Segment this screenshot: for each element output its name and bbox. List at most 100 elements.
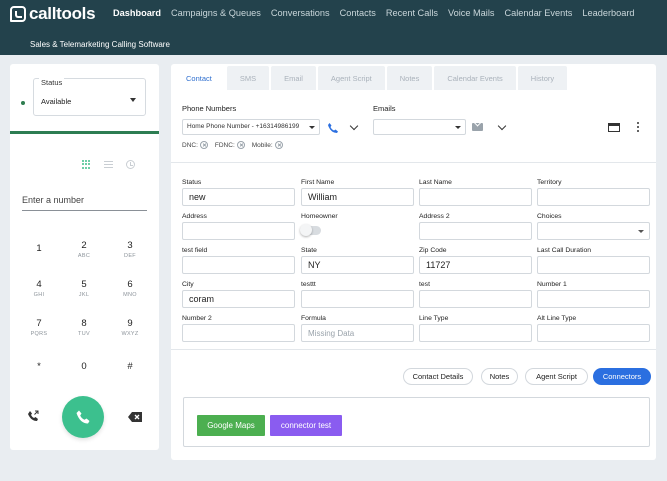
number-2-field[interactable] (182, 324, 295, 342)
mail-icon[interactable] (472, 123, 483, 131)
phone-call-icon[interactable] (327, 122, 339, 134)
keypad-key-3[interactable]: 3 DEF (110, 240, 150, 259)
field-label-city: City (182, 281, 194, 288)
field-label-choices: Choices (537, 213, 562, 220)
field-label-line-type: Line Type (419, 315, 449, 322)
address-field[interactable] (182, 222, 295, 240)
contact-panel: Contact SMS Email Agent Script Notes Cal… (171, 64, 656, 460)
homeowner-toggle[interactable] (300, 224, 321, 236)
mobile-label: Mobile: (251, 141, 273, 149)
logo-text: calltools (29, 4, 96, 23)
tab-agent-script[interactable]: Agent Script (317, 66, 385, 90)
keypad-key-2[interactable]: 2 ABC (64, 240, 104, 259)
tab-notes[interactable]: Notes (386, 66, 433, 90)
nav-contacts[interactable]: Contacts (340, 8, 376, 18)
zip-code-field[interactable]: 11727 (419, 256, 532, 274)
choices-select[interactable] (537, 222, 650, 240)
nav-conversations[interactable]: Conversations (271, 8, 330, 18)
field-label-territory: Territory (537, 179, 562, 186)
nav-campaigns-queues[interactable]: Campaigns & Queues (171, 8, 261, 18)
history-clock-icon[interactable] (126, 160, 135, 169)
nav-calendar-events[interactable]: Calendar Events (504, 8, 572, 18)
test-field-input[interactable] (182, 256, 295, 274)
email-chevron-down-icon[interactable] (497, 121, 507, 131)
popout-window-icon[interactable] (608, 123, 620, 132)
agent-script-button[interactable]: Agent Script (525, 368, 588, 385)
tagline: Sales & Telemarketing Calling Software (30, 40, 170, 49)
dial-number-input[interactable] (22, 191, 147, 211)
keypad-key-5[interactable]: 5 JKL (64, 279, 104, 298)
field-label-status: Status (182, 179, 202, 186)
keypad-key-4[interactable]: 4 GHI (19, 279, 59, 298)
formula-field[interactable]: Missing Data (301, 324, 414, 342)
contact-tabs: Contact SMS Email Agent Script Notes Cal… (173, 66, 569, 90)
divider (171, 349, 656, 350)
state-field[interactable]: NY (301, 256, 414, 274)
status-indicator-dot (21, 101, 25, 105)
address-2-field[interactable] (419, 222, 532, 240)
phone-chevron-down-icon[interactable] (349, 121, 359, 131)
status-label: Status (39, 78, 65, 87)
keypad-icon[interactable] (82, 160, 91, 169)
transfer-call-icon[interactable] (27, 410, 39, 422)
keypad-key-6[interactable]: 6 MNO (110, 279, 150, 298)
more-options-icon[interactable] (637, 122, 640, 133)
number-1-field[interactable] (537, 290, 650, 308)
line-type-field[interactable] (419, 324, 532, 342)
nav-recent-calls[interactable]: Recent Calls (386, 8, 438, 18)
keypad-key-1[interactable]: 1 (19, 243, 59, 256)
city-field[interactable]: coram (182, 290, 295, 308)
tab-history[interactable]: History (517, 66, 568, 90)
google-maps-button[interactable]: Google Maps (197, 415, 265, 436)
connectors-button[interactable]: Connectors (593, 368, 651, 385)
field-label-testtt: testtt (301, 281, 316, 288)
status-field[interactable]: new (182, 188, 295, 206)
tab-contact[interactable]: Contact (173, 66, 225, 90)
logo[interactable]: calltools (10, 4, 96, 24)
mobile-x-icon[interactable] (274, 141, 283, 149)
keypad-key-8[interactable]: 8 TUV (64, 318, 104, 337)
tab-email[interactable]: Email (271, 66, 316, 90)
alt-line-type-field[interactable] (537, 324, 650, 342)
list-icon[interactable] (104, 161, 113, 168)
dnc-flags: DNC: FDNC: Mobile: (182, 141, 290, 149)
tab-calendar-events[interactable]: Calendar Events (434, 66, 516, 90)
keypad-key-hash[interactable]: # (110, 361, 150, 372)
fdnc-x-icon[interactable] (236, 141, 245, 149)
phone-number-select[interactable]: Home Phone Number - +16314986199 (182, 119, 320, 135)
call-button[interactable] (62, 396, 104, 438)
backspace-icon[interactable] (128, 412, 142, 422)
status-value: Available (41, 97, 72, 106)
dnc-x-icon[interactable] (199, 141, 208, 149)
nav-leaderboard[interactable]: Leaderboard (582, 8, 634, 18)
test-field[interactable] (419, 290, 532, 308)
last-call-duration-field[interactable] (537, 256, 650, 274)
field-label-first-name: First Name (301, 179, 335, 186)
field-label-zip-code: Zip Code (419, 247, 447, 254)
keypad-key-9[interactable]: 9 WXYZ (110, 318, 150, 337)
keypad-key-0[interactable]: 0 (64, 361, 104, 372)
nav-voice-mails[interactable]: Voice Mails (448, 8, 494, 18)
caret-down-icon (130, 98, 136, 102)
nav-dashboard[interactable]: Dashboard (113, 8, 161, 18)
field-label-test-field: test field (182, 247, 208, 254)
territory-field[interactable] (537, 188, 650, 206)
status-bar (10, 131, 159, 134)
keypad-key-7[interactable]: 7 PQRS (19, 318, 59, 337)
notes-button[interactable]: Notes (481, 368, 518, 385)
main-nav: Dashboard Campaigns & Queues Conversatio… (113, 8, 645, 18)
first-name-field[interactable]: William (301, 188, 414, 206)
testtt-field[interactable] (301, 290, 414, 308)
field-label-state: State (301, 247, 317, 254)
email-select[interactable] (373, 119, 466, 135)
toggle-knob (300, 224, 312, 236)
field-label-alt-line-type: Alt Line Type (537, 315, 577, 322)
field-label-formula: Formula (301, 315, 326, 322)
keypad-key-star[interactable]: * (19, 361, 59, 372)
field-label-address: Address (182, 213, 207, 220)
contact-details-button[interactable]: Contact Details (403, 368, 473, 385)
last-name-field[interactable] (419, 188, 532, 206)
connector-test-button[interactable]: connector test (270, 415, 342, 436)
status-select[interactable]: Status Available (33, 78, 146, 116)
tab-sms[interactable]: SMS (226, 66, 270, 90)
